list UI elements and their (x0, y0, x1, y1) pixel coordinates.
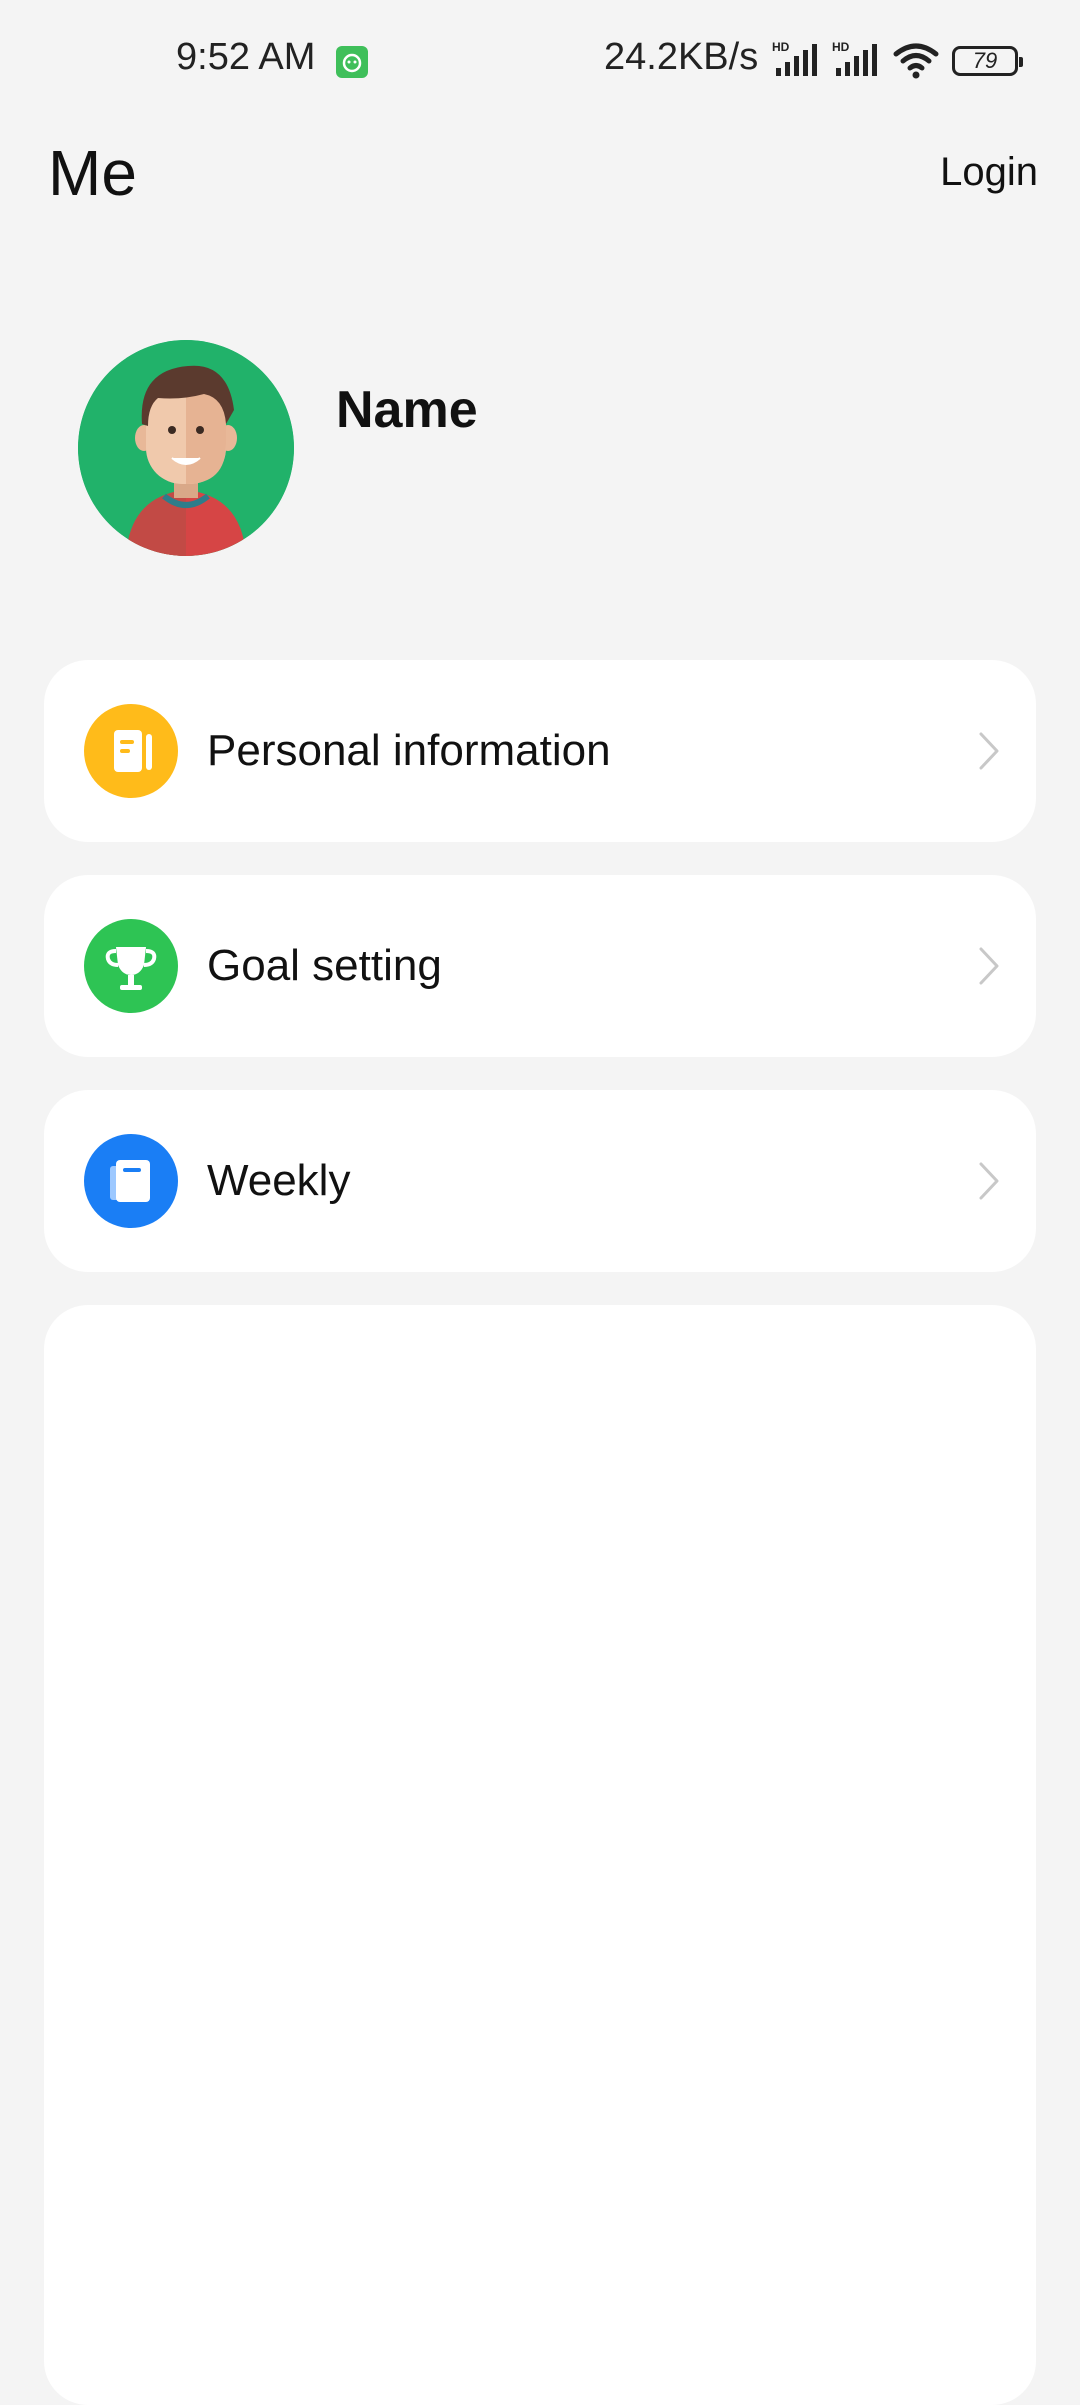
cellular-signal-icon: HD (832, 40, 884, 85)
chevron-right-icon (978, 731, 1000, 771)
personal-information-label: Personal information (207, 726, 611, 775)
chevron-right-icon (978, 946, 1000, 986)
personal-information-card[interactable]: Personal information (44, 660, 1036, 842)
login-button[interactable]: Login (940, 150, 1038, 195)
status-time: 9:52 AM (176, 36, 316, 78)
goal-setting-label: Goal setting (207, 941, 442, 990)
wifi-icon (892, 42, 940, 85)
book-icon (84, 1134, 178, 1228)
notification-app-icon (336, 46, 368, 78)
svg-text:HD: HD (832, 40, 850, 54)
status-bar: 9:52 AM 24.2KB/s HD HD 79 (0, 0, 1080, 120)
weekly-card[interactable]: Weekly (44, 1090, 1036, 1272)
list-item-training-plan[interactable] (44, 1305, 1036, 1459)
page-title: Me (48, 137, 137, 209)
avatar[interactable] (78, 340, 294, 556)
document-icon (84, 704, 178, 798)
svg-text:HD: HD (772, 40, 790, 54)
goal-setting-card[interactable]: Goal setting (44, 875, 1036, 1057)
settings-list-card (44, 1305, 1036, 2405)
profile-name[interactable]: Name (336, 380, 478, 440)
battery-level: 79 (972, 48, 998, 73)
network-speed: 24.2KB/s (604, 36, 759, 78)
cellular-signal-icon: HD (772, 40, 824, 85)
battery-icon: 79 (952, 46, 1023, 76)
trophy-icon (84, 919, 178, 1013)
weekly-label: Weekly (207, 1156, 351, 1205)
chevron-right-icon (978, 1161, 1000, 1201)
